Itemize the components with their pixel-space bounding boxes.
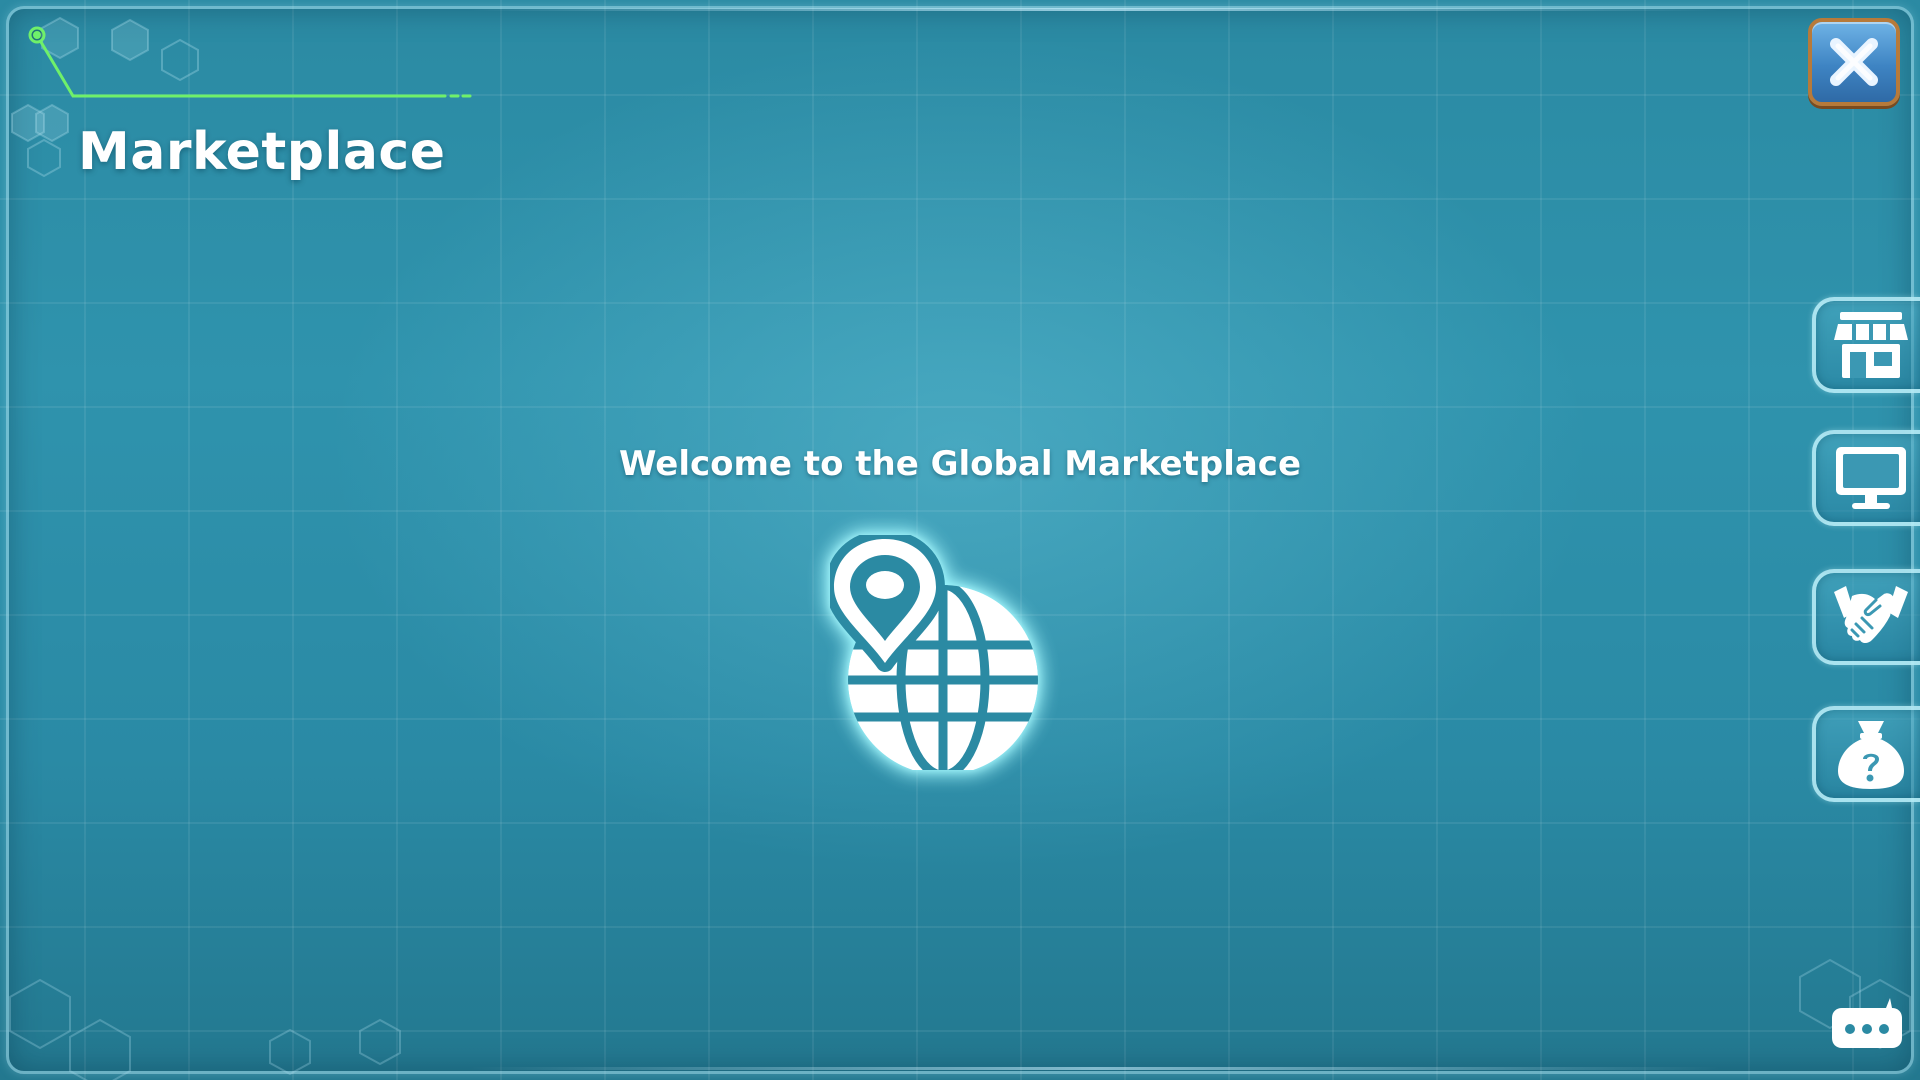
close-button[interactable] [1808, 18, 1900, 106]
trade-button[interactable] [1812, 569, 1920, 665]
handshake-icon [1834, 586, 1908, 643]
welcome-message: Welcome to the Global Marketplace [618, 444, 1302, 484]
chat-bubble-icon[interactable] [1828, 996, 1904, 1056]
frame-top-highlight [470, 8, 1720, 11]
shop-button[interactable] [1812, 297, 1920, 393]
mystery-bag-icon [1838, 721, 1904, 789]
frame-bottom-highlight [470, 1067, 1720, 1070]
globe-location-pin-icon [830, 535, 1038, 770]
page-title: Marketplace [78, 122, 446, 182]
monitor-icon [1836, 447, 1906, 509]
computer-button[interactable] [1812, 430, 1920, 526]
mystery-bag-button[interactable] [1812, 706, 1920, 802]
marketplace-screen: Marketplace Welcome to the Global Market… [0, 0, 1920, 1080]
close-icon [1830, 38, 1878, 86]
storefront-icon [1834, 312, 1908, 378]
hex-decoration-bottom-left [9, 978, 401, 1080]
